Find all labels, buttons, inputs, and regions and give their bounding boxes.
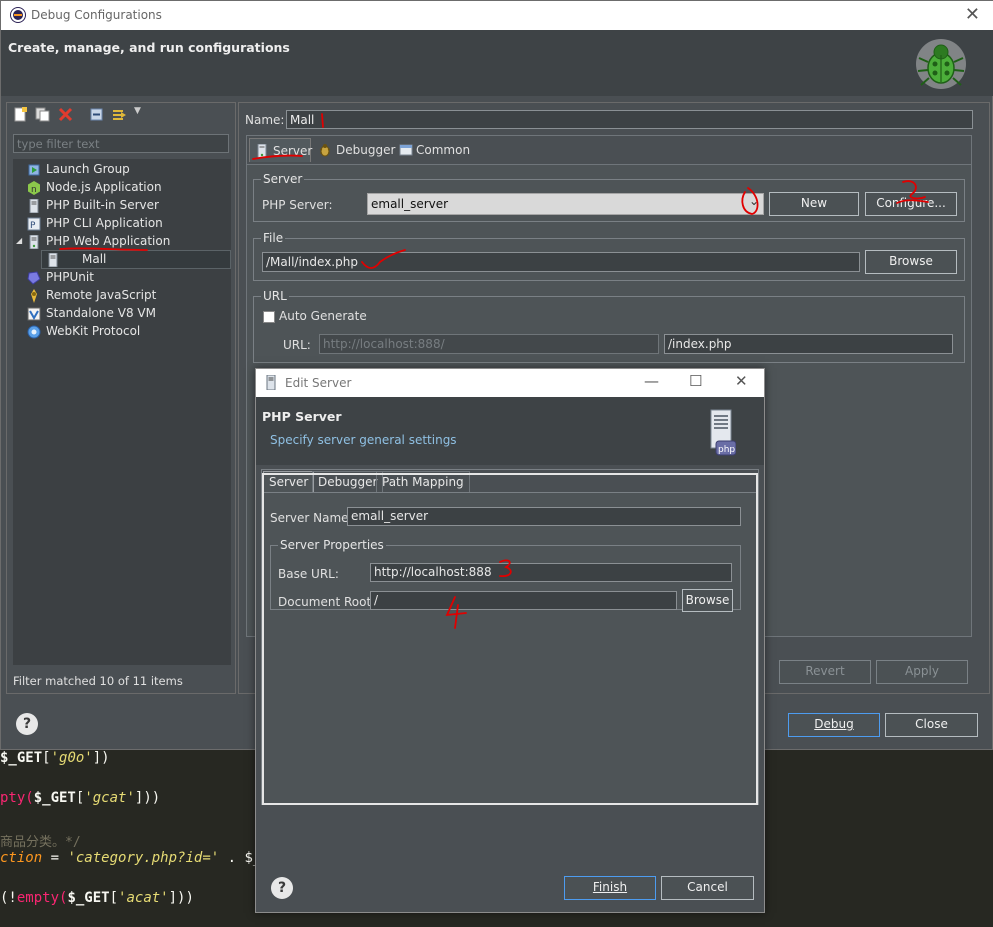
edit-server-header: PHP Server Specify server general settin… <box>256 397 764 465</box>
svg-text:P: P <box>30 221 36 231</box>
configuration-name-input[interactable] <box>286 110 973 129</box>
url-label: URL: <box>283 338 311 352</box>
edit-server-subheading: Specify server general settings <box>270 433 457 447</box>
chevron-down-icon: ⌄ <box>748 194 759 208</box>
filter-menu-chevron-icon[interactable]: ▼ <box>134 106 141 116</box>
filter-status-text: Filter matched 10 of 11 items <box>13 674 183 688</box>
svg-text:n: n <box>31 185 37 195</box>
new-server-button[interactable]: New <box>769 192 859 216</box>
finish-button[interactable]: Finish <box>564 876 656 900</box>
server-icon <box>266 375 276 390</box>
common-icon <box>399 144 413 156</box>
close-button[interactable]: Close <box>885 713 978 737</box>
remote-js-icon <box>31 289 37 303</box>
php-web-icon <box>29 235 39 249</box>
browse-file-button[interactable]: Browse <box>865 250 957 274</box>
url-path-input[interactable]: /index.php <box>664 334 953 354</box>
apply-button[interactable]: Apply <box>876 660 968 684</box>
document-root-label: Document Root: <box>278 595 376 609</box>
debug-button[interactable]: Debug <box>788 713 880 737</box>
filter-input[interactable] <box>13 134 229 153</box>
tab-common[interactable]: Common <box>393 138 473 162</box>
new-configuration-icon[interactable] <box>13 107 28 122</box>
tab-path-mapping[interactable]: Path Mapping <box>376 471 470 492</box>
auto-generate-checkbox[interactable] <box>263 311 275 323</box>
php-cli-icon: P <box>27 217 41 231</box>
nodejs-icon: n <box>28 181 40 195</box>
php-server-label: PHP Server: <box>262 198 333 212</box>
debug-bug-icon <box>916 39 966 89</box>
title-bar: Debug Configurations ✕ <box>1 1 993 30</box>
file-path-input[interactable]: /Mall/index.php <box>262 252 860 272</box>
code-line-5: (!empty($_GET['acat'])) <box>0 890 194 906</box>
duplicate-configuration-icon[interactable] <box>35 107 50 122</box>
configuration-list-panel: ▼ Launch Group n Node.js Application PHP… <box>6 102 236 694</box>
revert-button[interactable]: Revert <box>779 660 871 684</box>
edit-server-heading: PHP Server <box>262 409 342 424</box>
base-url-label: Base URL: <box>278 567 339 581</box>
code-line-2: pty($_GET['gcat'])) <box>0 790 161 806</box>
edit-server-tab-content: Server Name: emall_server Server Propert… <box>262 492 758 804</box>
tab-server[interactable]: Server <box>249 138 312 162</box>
launch-group-icon <box>28 164 40 176</box>
help-icon[interactable]: ? <box>271 877 293 899</box>
url-base-input[interactable]: http://localhost:888/ <box>319 334 659 354</box>
code-line-1: $_GET['g0o']) <box>0 750 110 766</box>
v8-icon <box>27 307 41 321</box>
php-server-icon <box>29 199 39 213</box>
document-root-input[interactable]: / <box>370 591 677 610</box>
phpunit-icon <box>27 271 41 285</box>
tab-debugger[interactable]: Debugger <box>313 138 395 162</box>
code-line-4: ction = 'category.php?id=' . $_G <box>0 850 270 866</box>
name-label: Name: <box>245 113 285 127</box>
dialog-heading: Create, manage, and run configurations <box>8 40 290 55</box>
tree-item-mall[interactable]: Mall <box>41 250 231 269</box>
filter-configurations-icon[interactable] <box>112 107 127 122</box>
delete-configuration-icon[interactable] <box>58 107 73 122</box>
browse-document-root-button[interactable]: Browse <box>682 589 733 612</box>
tab-server[interactable]: Server <box>263 471 315 493</box>
edit-server-dialog: Edit Server — ☐ ✕ PHP Server Specify ser… <box>255 368 765 913</box>
svg-text:php: php <box>718 445 735 455</box>
edit-server-title-bar: Edit Server — ☐ ✕ <box>256 369 764 397</box>
php-server-large-icon: php <box>710 409 736 456</box>
edit-server-tabs: Server Debugger Path Mapping Server Name… <box>261 469 759 805</box>
close-icon[interactable]: ✕ <box>735 372 748 390</box>
edit-server-title: Edit Server <box>285 376 352 390</box>
minimize-icon[interactable]: — <box>644 372 659 390</box>
server-name-input[interactable]: emall_server <box>347 507 741 526</box>
base-url-input[interactable]: http://localhost:888 <box>370 563 732 582</box>
maximize-icon[interactable]: ☐ <box>689 372 702 390</box>
eclipse-icon <box>11 8 25 22</box>
server-icon <box>257 144 267 158</box>
php-web-icon <box>48 253 58 267</box>
collapse-all-icon[interactable] <box>89 107 104 122</box>
webkit-icon <box>27 325 41 339</box>
cancel-button[interactable]: Cancel <box>661 876 754 900</box>
php-server-select[interactable]: emall_server ⌄ <box>367 193 764 215</box>
bug-icon <box>319 144 331 157</box>
close-icon[interactable]: ✕ <box>965 4 980 25</box>
configure-server-button[interactable]: Configure... <box>865 192 957 216</box>
window-title: Debug Configurations <box>31 8 162 22</box>
server-name-label: Server Name: <box>270 511 353 525</box>
code-line-3: 商品分类。*/ <box>0 835 81 850</box>
help-icon[interactable]: ? <box>16 713 38 735</box>
expand-triangle-icon[interactable]: ◢ <box>16 236 22 245</box>
auto-generate-label: Auto Generate <box>279 309 367 323</box>
configuration-toolbar: ▼ <box>7 103 235 127</box>
tab-debugger[interactable]: Debugger <box>312 471 384 492</box>
dialog-header: Create, manage, and run configurations <box>1 30 993 96</box>
configuration-tree: Launch Group n Node.js Application PHP B… <box>13 159 231 665</box>
